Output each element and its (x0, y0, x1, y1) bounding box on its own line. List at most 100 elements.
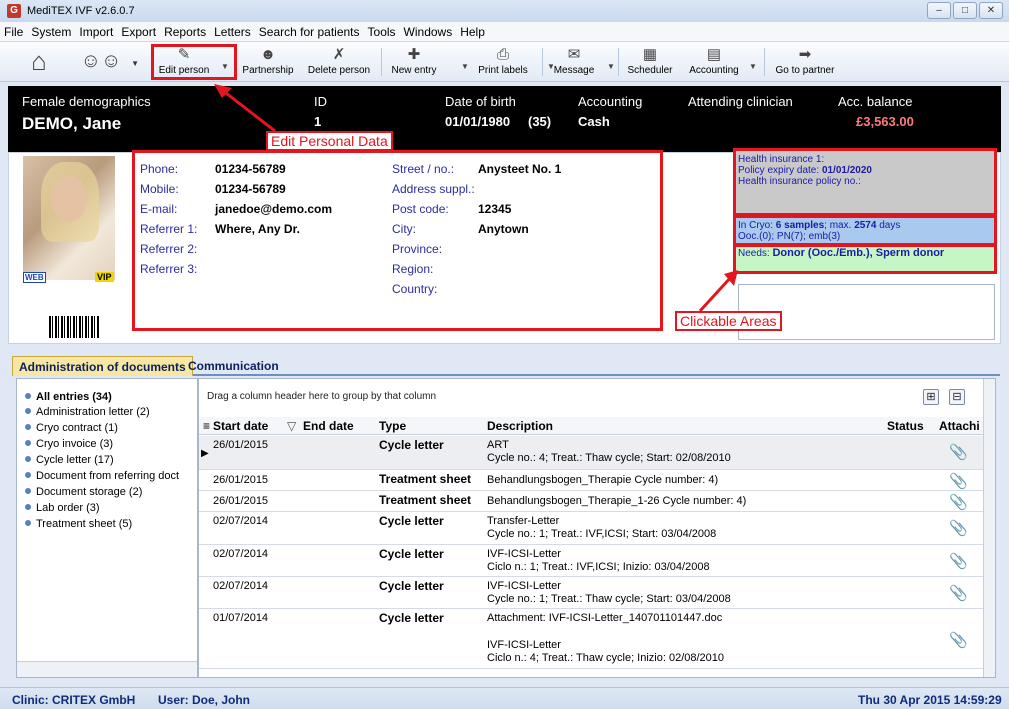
column-status[interactable]: Status (887, 419, 924, 433)
table-row[interactable]: 02/07/2014 Cycle letter IVF-ICSI-Letter … (199, 577, 984, 609)
message-button[interactable]: ✉ Message (550, 44, 598, 80)
collapse-all-button[interactable]: ⊟ (949, 389, 965, 405)
cell-start-date: 26/01/2015 (213, 439, 269, 451)
expand-all-button[interactable]: ⊞ (923, 389, 939, 405)
vertical-scrollbar[interactable] (983, 379, 995, 677)
attachment-icon[interactable]: 📎 (949, 472, 968, 490)
print-labels-button[interactable]: ⎙ Print labels (476, 44, 530, 80)
menu-windows[interactable]: Windows (404, 25, 453, 39)
list-item[interactable]: Cycle letter (17) (25, 454, 114, 466)
close-button[interactable]: ✕ (979, 2, 1003, 19)
attachment-icon[interactable]: 📎 (949, 519, 968, 537)
column-description[interactable]: Description (487, 419, 553, 433)
attachment-icon[interactable]: 📎 (949, 552, 968, 570)
new-entry-button[interactable]: ✚ New entry (388, 44, 440, 80)
id-label: ID (314, 94, 327, 109)
tab-communication[interactable]: Communication (182, 356, 285, 376)
list-item[interactable]: Cryo contract (1) (25, 422, 118, 434)
go-to-partner-label: Go to partner (775, 65, 835, 76)
cell-description-detail: Ciclo n.: 4; Treat.: Thaw cycle; Inizio:… (487, 652, 725, 664)
list-item[interactable]: Treatment sheet (5) (25, 518, 132, 530)
patients-button[interactable]: ☺☺ ▼ (74, 44, 139, 80)
patients-icon: ☺☺ (80, 50, 122, 72)
list-item-label: Cycle letter (17) (36, 454, 114, 466)
list-item[interactable]: Lab order (3) (25, 502, 100, 514)
accounting-label: Accounting (578, 94, 643, 109)
table-row[interactable]: 26/01/2015 Treatment sheet Behandlungsbo… (199, 491, 984, 512)
cell-description-detail: Ciclo n.: 1; Treat.: IVF,ICSI; Inizio: 0… (487, 561, 710, 573)
column-start-date[interactable]: Start date (213, 419, 268, 433)
accounting-dropdown[interactable]: ▼ (748, 44, 758, 80)
cell-start-date: 02/07/2014 (213, 580, 269, 592)
document-category-list: All entries (34) Administration letter (… (16, 378, 198, 678)
list-item[interactable]: All entries (34) (25, 391, 112, 403)
bullet-icon (25, 440, 31, 446)
attachment-icon[interactable]: 📎 (949, 584, 968, 602)
list-item-label: All entries (34) (36, 391, 112, 403)
cell-description: Attachment: IVF-ICSI-Letter_140701101447… (487, 612, 723, 624)
menu-reports[interactable]: Reports (164, 25, 206, 39)
accounting-label: Accounting (689, 65, 739, 76)
table-row[interactable]: ▶ 26/01/2015 Cycle letter ART Cycle no.:… (199, 436, 984, 470)
home-icon: ⌂ (31, 46, 47, 76)
partnership-button[interactable]: ☻ Partnership (240, 44, 296, 80)
list-item[interactable]: Cryo invoice (3) (25, 438, 113, 450)
menu-help[interactable]: Help (460, 25, 485, 39)
personal-data-highlight[interactable] (132, 150, 663, 331)
attachment-icon[interactable]: 📎 (949, 443, 968, 461)
maximize-button[interactable]: □ (953, 2, 977, 19)
cell-type: Cycle letter (379, 611, 444, 625)
menu-bar: File System Import Export Reports Letter… (0, 22, 1009, 42)
column-attachment[interactable]: Attachi (939, 419, 980, 433)
menu-search-patients[interactable]: Search for patients (259, 25, 360, 39)
new-entry-dropdown[interactable]: ▼ (460, 44, 470, 80)
table-row[interactable]: 02/07/2014 Cycle letter IVF-ICSI-Letter … (199, 545, 984, 577)
bullet-icon (25, 488, 31, 494)
app-icon: G (7, 4, 21, 18)
menu-letters[interactable]: Letters (214, 25, 251, 39)
toolbar-separator (542, 48, 543, 76)
column-menu-icon[interactable]: ≡ (203, 419, 210, 433)
list-item[interactable]: Document from referring doct (25, 470, 179, 482)
list-item[interactable]: Administration letter (2) (25, 406, 150, 418)
column-type[interactable]: Type (379, 419, 406, 433)
home-button[interactable]: ⌂ (22, 44, 56, 80)
menu-system[interactable]: System (31, 25, 71, 39)
table-row[interactable]: 26/01/2015 Treatment sheet Behandlungsbo… (199, 470, 984, 491)
menu-tools[interactable]: Tools (368, 25, 396, 39)
list-item-label: Document from referring doct (36, 470, 180, 482)
bullet-icon (25, 408, 31, 414)
menu-file[interactable]: File (4, 25, 23, 39)
cell-description: Transfer-Letter (487, 515, 560, 527)
accounting-button[interactable]: ▤ Accounting (686, 44, 742, 80)
cell-type: Cycle letter (379, 547, 444, 561)
table-row[interactable]: 02/07/2014 Cycle letter Transfer-Letter … (199, 512, 984, 545)
print-labels-icon: ⎙ (496, 46, 509, 63)
patient-photo[interactable]: WEB VIP (23, 156, 115, 283)
toolbar-separator (764, 48, 765, 76)
status-user: User: Doe, John (158, 693, 251, 707)
new-entry-label: New entry (391, 65, 437, 76)
go-to-partner-icon: ➡ (798, 46, 812, 63)
message-label: Message (553, 65, 595, 76)
print-labels-label: Print labels (478, 65, 528, 76)
go-to-partner-button[interactable]: ➡ Go to partner (770, 44, 840, 80)
menu-export[interactable]: Export (121, 25, 156, 39)
chevron-down-icon[interactable]: ▼ (131, 59, 139, 68)
patient-name: DEMO, Jane (22, 114, 122, 133)
horizontal-scrollbar[interactable] (17, 661, 197, 677)
cell-description: Behandlungsbogen_Therapie_1-26 Cycle num… (487, 495, 747, 507)
column-end-date[interactable]: End date (303, 419, 354, 433)
table-row[interactable]: 01/07/2014 Cycle letter Attachment: IVF-… (199, 609, 984, 669)
menu-import[interactable]: Import (79, 25, 113, 39)
attachment-icon[interactable]: 📎 (949, 493, 968, 511)
tab-administration-documents[interactable]: Administration of documents (12, 356, 193, 376)
delete-person-button[interactable]: ✗ Delete person (304, 44, 374, 80)
list-item[interactable]: Document storage (2) (25, 486, 142, 498)
minimize-button[interactable]: – (927, 2, 951, 19)
new-entry-icon: ✚ (407, 46, 421, 63)
attachment-icon[interactable]: 📎 (949, 631, 968, 649)
cell-description: IVF-ICSI-Letter (487, 580, 561, 592)
message-dropdown[interactable]: ▼ (606, 44, 616, 80)
scheduler-button[interactable]: ▦ Scheduler (624, 44, 676, 80)
